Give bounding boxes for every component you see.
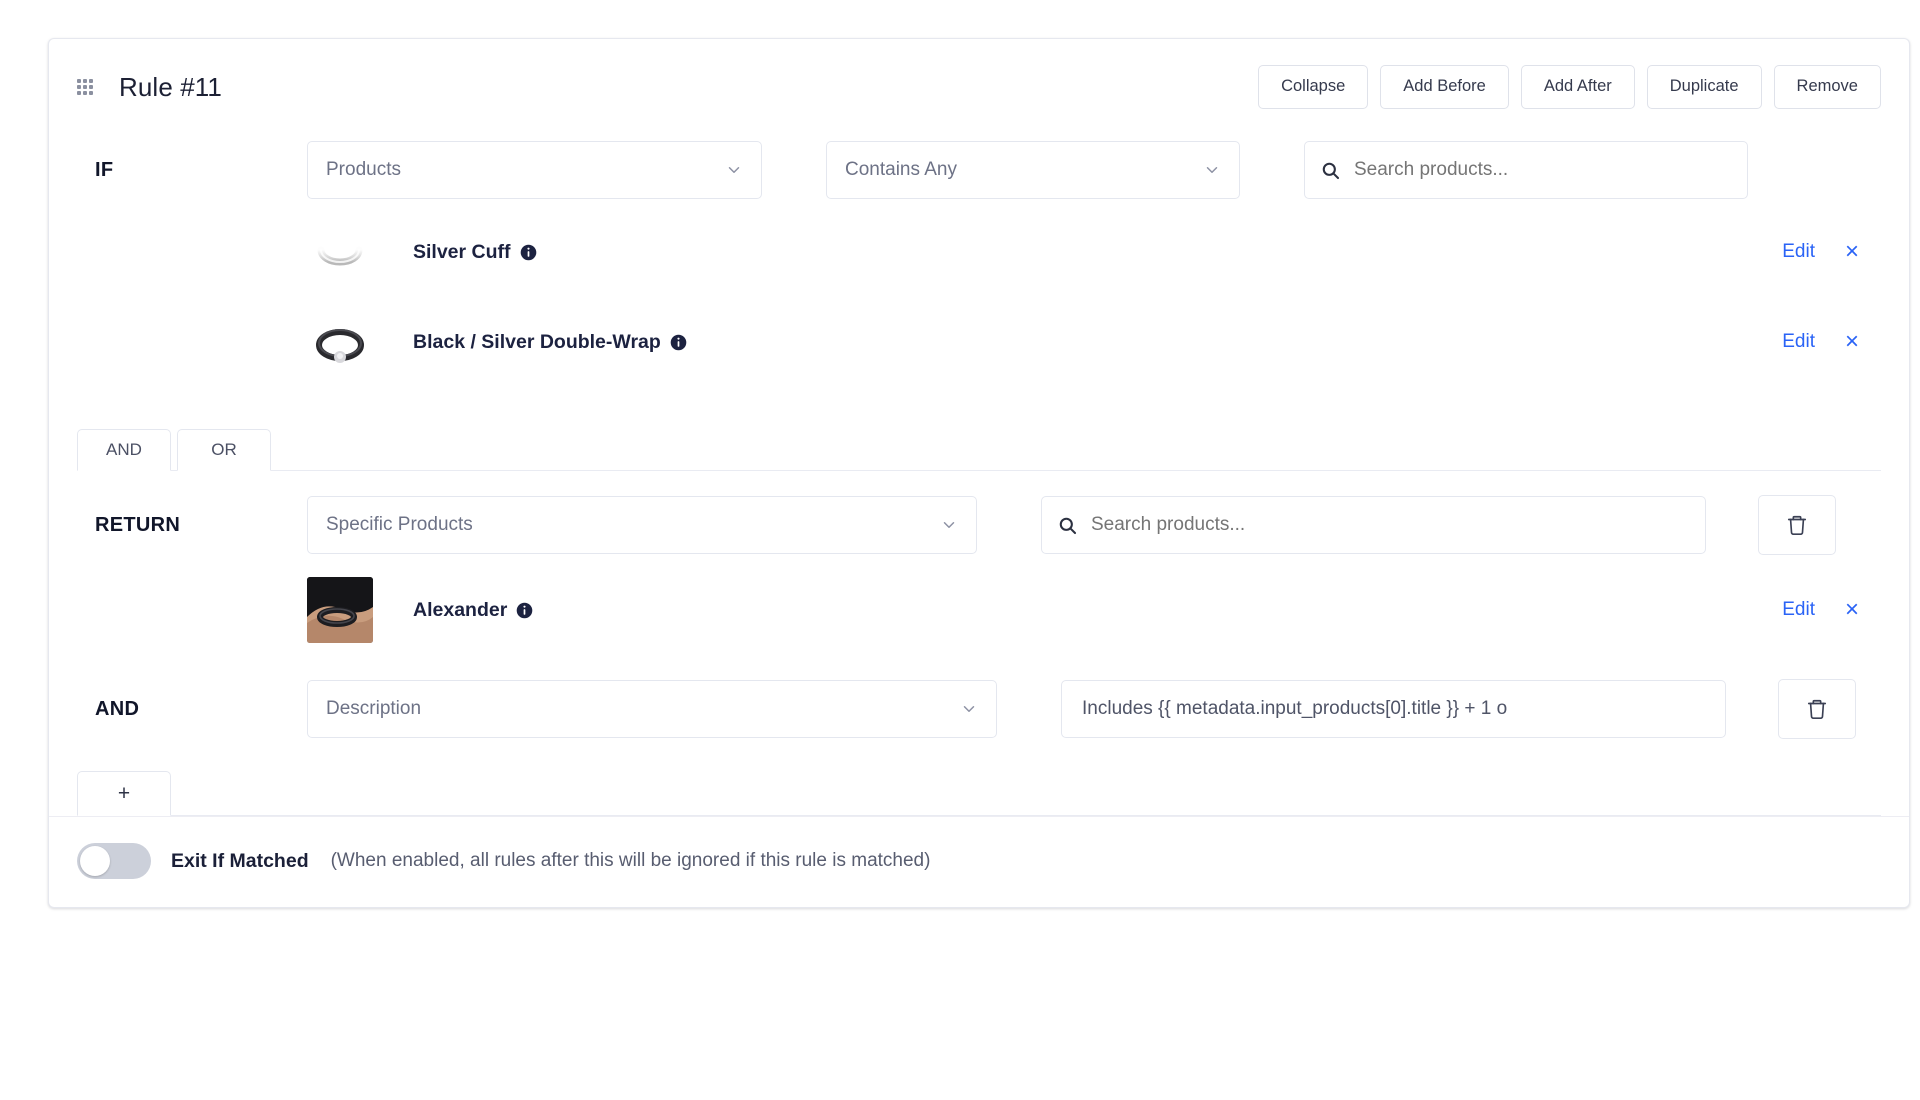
and-row: AND Description Includes {{ metadata.inp… xyxy=(77,655,1881,749)
list-item: Silver Cuff Edit × xyxy=(77,207,1881,297)
rule-body: IF Products Contains Any Search products… xyxy=(49,119,1909,816)
delete-return-button[interactable] xyxy=(1758,495,1836,555)
trash-icon xyxy=(1807,699,1827,719)
list-item: Alexander Edit × xyxy=(77,565,1881,655)
row-actions: Edit × xyxy=(1782,598,1881,622)
return-product-search[interactable] xyxy=(1041,496,1706,554)
product-name: Silver Cuff xyxy=(413,241,537,264)
edit-link[interactable]: Edit xyxy=(1782,241,1815,263)
remove-button[interactable]: Remove xyxy=(1773,65,1881,109)
exit-if-matched-hint: (When enabled, all rules after this will… xyxy=(330,850,931,871)
and-field-select[interactable]: Description xyxy=(307,680,997,738)
delete-and-button[interactable] xyxy=(1778,679,1856,739)
return-type-value: Specific Products xyxy=(326,514,473,535)
product-thumbnail xyxy=(307,577,373,643)
if-row: IF Products Contains Any xyxy=(77,119,1881,207)
add-before-button[interactable]: Add Before xyxy=(1380,65,1509,109)
product-name: Black / Silver Double-Wrap xyxy=(413,331,687,354)
if-search-input[interactable] xyxy=(1354,159,1731,181)
product-name: Alexander xyxy=(413,599,533,622)
chevron-down-icon xyxy=(963,706,975,712)
if-operator-select[interactable]: Contains Any xyxy=(826,141,1240,199)
duplicate-button[interactable]: Duplicate xyxy=(1646,65,1762,109)
chevron-down-icon xyxy=(1206,167,1218,173)
search-icon xyxy=(1059,517,1077,534)
exit-if-matched-label: Exit If Matched xyxy=(171,849,309,872)
and-value-text: Includes {{ metadata.input_products[0].t… xyxy=(1082,698,1508,719)
edit-link[interactable]: Edit xyxy=(1782,599,1815,621)
row-actions: Edit × xyxy=(1782,240,1881,264)
add-after-button[interactable]: Add After xyxy=(1520,65,1635,109)
product-thumbnail xyxy=(307,309,373,375)
if-field-select[interactable]: Products xyxy=(307,141,762,199)
add-condition-button[interactable]: + xyxy=(77,771,171,816)
rule-footer: Exit If Matched (When enabled, all rules… xyxy=(49,816,1909,907)
add-row: + xyxy=(77,771,1881,816)
chevron-down-icon xyxy=(728,167,740,173)
close-icon[interactable]: × xyxy=(1845,240,1859,264)
and-label: AND xyxy=(95,697,140,720)
page-title: Rule #11 xyxy=(119,71,222,102)
return-label: RETURN xyxy=(95,513,181,536)
and-field-value: Description xyxy=(326,698,422,719)
info-icon[interactable] xyxy=(670,334,687,351)
if-field-value: Products xyxy=(326,159,401,180)
close-icon[interactable]: × xyxy=(1845,598,1859,622)
page-root: Rule #11 Collapse Add Before Add After D… xyxy=(0,0,1920,1100)
exit-if-matched-toggle[interactable] xyxy=(77,843,151,879)
product-thumbnail xyxy=(307,219,373,285)
if-operator-value: Contains Any xyxy=(845,159,957,180)
rule-card: Rule #11 Collapse Add Before Add After D… xyxy=(48,38,1910,908)
row-actions: Edit × xyxy=(1782,330,1881,354)
tab-or[interactable]: OR xyxy=(177,429,271,471)
if-label: IF xyxy=(95,158,114,181)
collapse-button[interactable]: Collapse xyxy=(1258,65,1369,109)
edit-link[interactable]: Edit xyxy=(1782,331,1815,353)
and-value-input[interactable]: Includes {{ metadata.input_products[0].t… xyxy=(1061,680,1726,738)
rule-header: Rule #11 Collapse Add Before Add After D… xyxy=(49,39,1909,119)
chevron-down-icon xyxy=(943,522,955,528)
toggle-knob xyxy=(80,846,110,876)
info-icon[interactable] xyxy=(516,602,533,619)
drag-grid-icon[interactable] xyxy=(77,77,97,97)
return-type-select[interactable]: Specific Products xyxy=(307,496,977,554)
info-icon[interactable] xyxy=(520,244,537,261)
return-search-input[interactable] xyxy=(1091,514,1689,536)
list-item: Black / Silver Double-Wrap Edit × xyxy=(77,297,1881,387)
header-actions: Collapse Add Before Add After Duplicate … xyxy=(1258,65,1881,109)
tab-and[interactable]: AND xyxy=(77,429,171,471)
trash-icon xyxy=(1787,515,1807,535)
if-product-search[interactable] xyxy=(1304,141,1748,199)
logic-tabs: AND OR xyxy=(77,429,1881,471)
return-row: RETURN Specific Products xyxy=(77,471,1881,565)
close-icon[interactable]: × xyxy=(1845,330,1859,354)
search-icon xyxy=(1322,162,1340,179)
